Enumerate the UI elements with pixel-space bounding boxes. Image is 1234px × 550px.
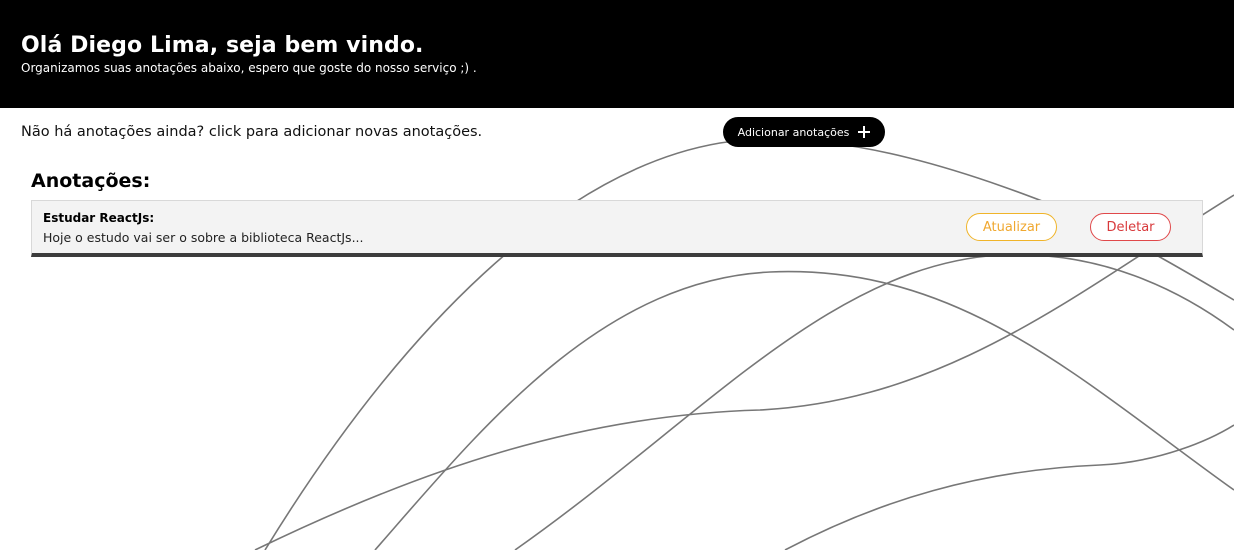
wave-line xyxy=(514,253,1234,550)
update-note-button[interactable]: Atualizar xyxy=(966,213,1057,241)
wave-line xyxy=(784,424,1234,550)
plus-icon xyxy=(858,126,871,138)
add-notes-button[interactable]: Adicionar anotações xyxy=(723,117,885,147)
wave-line xyxy=(374,270,1234,550)
add-notes-button-label: Adicionar anotações xyxy=(737,125,850,139)
welcome-subtitle: Organizamos suas anotações abaixo, esper… xyxy=(21,61,477,75)
notes-section-title: Anotações: xyxy=(31,170,151,192)
empty-state-message: Não há anotações ainda? click para adici… xyxy=(21,124,483,140)
note-body: Hoje o estudo vai ser o sobre a bibliote… xyxy=(43,230,364,245)
page: Olá Diego Lima, seja bem vindo. Organiza… xyxy=(0,0,1234,550)
welcome-title: Olá Diego Lima, seja bem vindo. xyxy=(21,33,424,58)
note-title: Estudar ReactJs: xyxy=(43,211,155,225)
note-card: Estudar ReactJs: Hoje o estudo vai ser o… xyxy=(31,200,1203,257)
welcome-header: Olá Diego Lima, seja bem vindo. Organiza… xyxy=(0,0,1234,108)
delete-note-button[interactable]: Deletar xyxy=(1090,213,1171,241)
